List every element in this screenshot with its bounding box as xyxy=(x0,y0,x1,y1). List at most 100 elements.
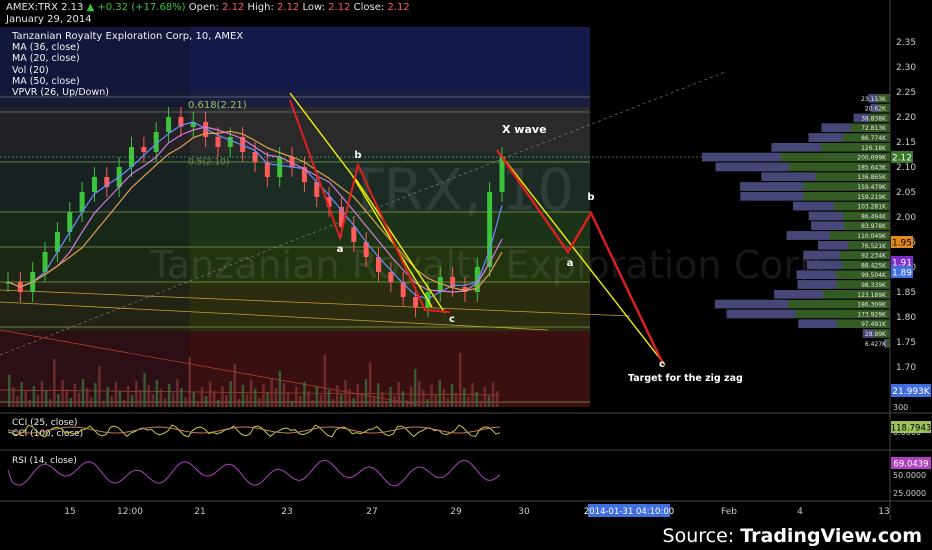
volume-bar xyxy=(467,397,470,407)
vpvr-label: 38.838K xyxy=(861,115,887,122)
vpvr-bar-down xyxy=(803,250,840,260)
time-tick: 27 xyxy=(366,507,377,517)
candle-body xyxy=(351,227,357,242)
volume-bar xyxy=(245,394,249,407)
vpvr-label: 76.521K xyxy=(861,243,887,250)
wave-letter: b xyxy=(354,150,361,161)
open-value: 2.12 xyxy=(222,2,245,13)
vpvr-bar-down xyxy=(761,172,816,181)
volume-bar xyxy=(278,371,282,407)
volume-bar xyxy=(85,388,89,407)
volume-bar xyxy=(32,386,36,407)
cci-label: CCI (25, close) xyxy=(12,418,77,428)
close-label: Close: xyxy=(353,2,385,13)
price-tick: 1.70 xyxy=(896,363,916,373)
price-tick: 2.35 xyxy=(896,38,916,48)
volume-bar xyxy=(270,379,273,407)
close-value: 2.12 xyxy=(387,2,410,13)
volume-bar xyxy=(106,387,109,407)
volume-bar xyxy=(438,380,441,407)
candle-body xyxy=(215,137,221,147)
vpvr-label: 136.865K xyxy=(857,174,887,181)
volume-bar xyxy=(53,359,56,407)
time-axis: 15 12:00 21 23 27 29 30 Feb 4 13 2014-01-31 04:10:… xyxy=(64,504,890,517)
volume-bar xyxy=(229,381,232,407)
volume-bar xyxy=(323,355,327,407)
price-tick: 1.85 xyxy=(896,288,916,298)
vpvr-label: 28.99K xyxy=(865,331,887,338)
volume-bar xyxy=(336,385,339,407)
legend-item-ma50[interactable]: MA (50, close) xyxy=(12,76,243,87)
tradingview-logo-text[interactable]: TradingView.com xyxy=(740,525,922,547)
vpvr-bar-down xyxy=(714,299,789,309)
volume-bar xyxy=(143,373,146,407)
fib-label: 0.618(2.21) xyxy=(188,100,247,111)
price-tick: 2.20 xyxy=(896,113,916,123)
vpvr-bar-down xyxy=(811,221,845,230)
volume-bar xyxy=(413,369,417,407)
volume-bar xyxy=(65,389,68,407)
candle-body xyxy=(166,117,172,132)
volume-bar xyxy=(258,398,261,407)
volume-bar xyxy=(479,401,482,407)
vpvr-bar-down xyxy=(726,309,796,319)
time-tick: 13 xyxy=(878,507,889,517)
time-tick: 4 xyxy=(797,507,803,517)
volume-bar xyxy=(12,387,15,407)
volume-bar xyxy=(331,399,335,407)
volume-bar xyxy=(147,385,150,407)
symbol[interactable]: AMEX:TRX xyxy=(6,2,58,13)
source-prefix: Source: xyxy=(662,525,741,547)
time-tick: 12:00 xyxy=(117,507,143,517)
price-tick: 1.75 xyxy=(896,338,916,348)
vpvr-label: 99.504K xyxy=(861,272,887,279)
candle-body xyxy=(91,177,97,192)
time-tick: 29 xyxy=(450,507,462,517)
vpvr-label: 159.219K xyxy=(857,194,887,201)
volume-bar xyxy=(303,382,306,407)
vpvr-label: 110.049K xyxy=(857,233,887,240)
volume-bar xyxy=(192,392,195,407)
volume-bar xyxy=(225,395,228,407)
volume-bar xyxy=(208,382,212,407)
volume-bar xyxy=(405,400,409,407)
rsi-badge: 69.0439 xyxy=(893,460,928,470)
legend-item-vol[interactable]: Vol (20) xyxy=(12,65,243,76)
legend-item-ma36[interactable]: MA (36, close) xyxy=(12,42,243,53)
volume-bar xyxy=(377,383,380,407)
vpvr-bar-down xyxy=(798,319,837,328)
volume-bar xyxy=(28,400,31,407)
last-price: 2.13 xyxy=(61,2,84,13)
high-value: 2.12 xyxy=(277,2,300,13)
volume-bar xyxy=(110,396,113,407)
wave-letter: a xyxy=(337,244,344,255)
volume-bar xyxy=(487,396,491,407)
volume-bar xyxy=(381,392,384,407)
volume-bar xyxy=(73,384,77,407)
x-wave-label: X wave xyxy=(502,123,547,136)
volume-bar xyxy=(340,394,343,407)
volume-bar xyxy=(163,398,167,407)
vpvr-label: 23.153K xyxy=(861,96,887,103)
volume-bar xyxy=(102,401,105,407)
volume-bar xyxy=(172,393,175,407)
vpvr-bar-down xyxy=(808,133,843,142)
volume-bar xyxy=(57,394,60,407)
legend-item-ma20[interactable]: MA (20, close) xyxy=(12,53,243,64)
volume-bar xyxy=(36,395,40,407)
vpvr-bar-down xyxy=(715,162,789,172)
volume-bar xyxy=(286,392,290,407)
wave-letter: a xyxy=(567,258,574,269)
volume-bar xyxy=(180,388,183,407)
volume-bar xyxy=(139,390,142,407)
vpvr-label: 186.309K xyxy=(857,302,887,309)
low-value: 2.12 xyxy=(328,2,351,13)
wave-letter: b xyxy=(587,192,594,203)
volume-bar xyxy=(364,379,368,407)
vpvr-label: 86.494K xyxy=(861,213,887,220)
indicator-legend: Tanzanian Royalty Exploration Corp, 10, … xyxy=(12,31,243,98)
volume-bar xyxy=(483,387,487,407)
volume-bar xyxy=(315,386,318,407)
volume-bar xyxy=(241,385,245,407)
legend-item-vpvr[interactable]: VPVR (26, Up/Down) xyxy=(12,87,243,98)
